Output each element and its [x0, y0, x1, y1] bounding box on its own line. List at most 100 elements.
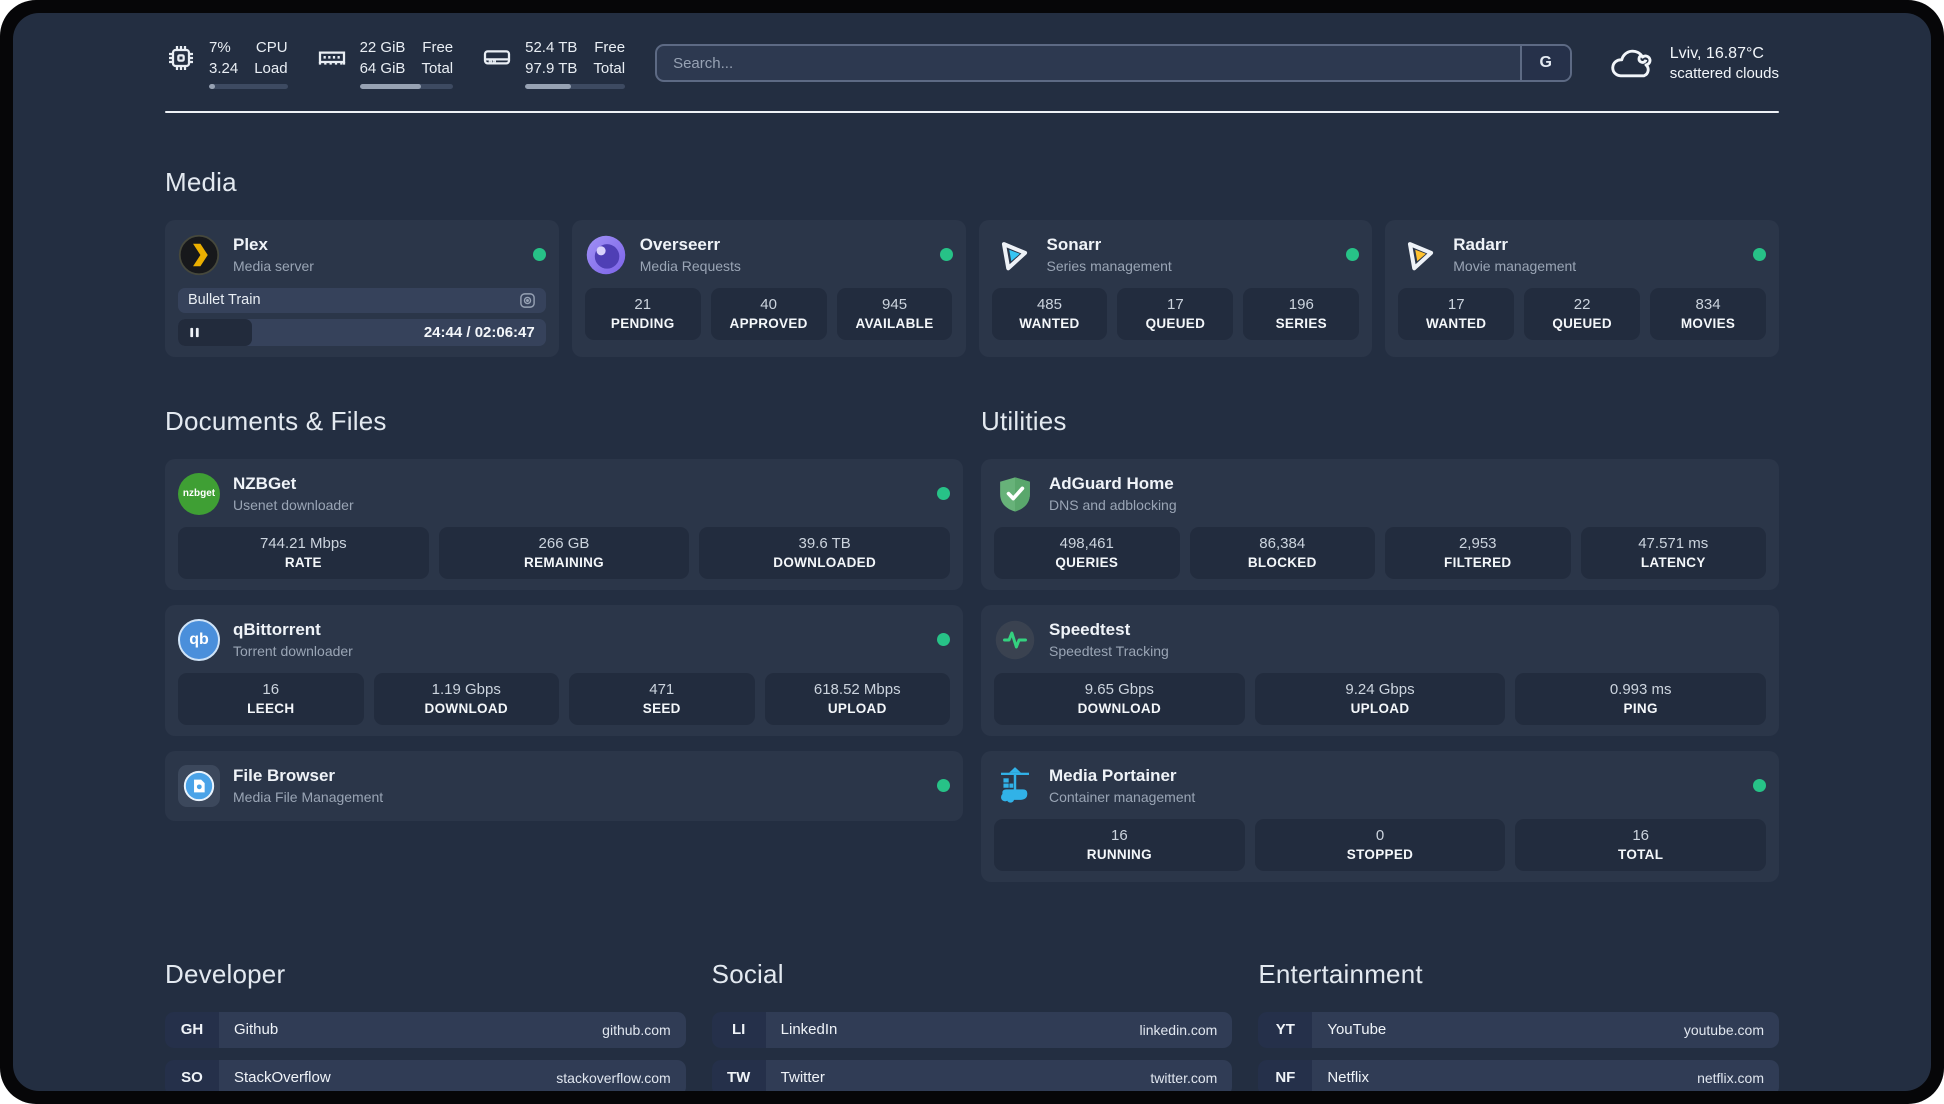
app-desc: Media File Management [233, 789, 384, 806]
app-desc: Torrent downloader [233, 643, 353, 660]
stat-queries: 498,461 QUERIES [994, 526, 1180, 579]
cpu-progress-bar [209, 84, 288, 89]
disk-free: 52.4 TB [525, 39, 578, 56]
app-desc: Speedtest Tracking [1049, 643, 1169, 660]
stat-wanted: 485 WANTED [991, 287, 1108, 340]
stat-movies: 834 MOVIES [1650, 287, 1766, 340]
cpu-load-value: 3.24 [209, 60, 239, 77]
disk-total: 97.9 TB [525, 60, 578, 77]
search-input[interactable] [657, 46, 1520, 80]
status-online-dot [1753, 779, 1766, 793]
sonarr-icon [992, 234, 1034, 276]
stat-rate: 744.21 Mbps RATE [178, 526, 429, 579]
now-playing-title: Bullet Train [188, 292, 261, 309]
stat-ping: 0.993 ms PING [1515, 672, 1766, 725]
adguard-icon [994, 473, 1036, 515]
section-title-documents: Documents & Files [165, 406, 387, 437]
link-url: stackoverflow.com [556, 1069, 671, 1086]
status-online-dot [937, 487, 950, 501]
link-abbr: GH [165, 1011, 219, 1048]
app-name: NZBGet [233, 474, 297, 494]
cpu-label: CPU [255, 39, 288, 56]
link-twitter[interactable]: TW Twitter twitter.com [711, 1059, 1233, 1091]
weather-condition: scattered clouds [1669, 64, 1779, 82]
link-linkedin[interactable]: LI LinkedIn linkedin.com [711, 1011, 1233, 1048]
stat-queued: 17 QUEUED [1117, 287, 1234, 340]
weather-location-temp: Lviv, 16.87°C [1669, 44, 1764, 62]
radarr-icon [1398, 234, 1440, 276]
status-online-dot [1346, 248, 1360, 262]
link-stackoverflow[interactable]: SO StackOverflow stackoverflow.com [165, 1059, 686, 1091]
stat-blocked: 86,384 BLOCKED [1189, 526, 1375, 579]
app-card-speedtest[interactable]: Speedtest Speedtest Tracking 9.65 Gbps DO… [981, 604, 1779, 736]
stat-pending: 21 PENDING [584, 287, 701, 340]
stat-downloaded: 39.6 TB DOWNLOADED [699, 526, 950, 579]
ram-free-label: Free [422, 39, 454, 56]
link-name: StackOverflow [234, 1069, 331, 1087]
app-card-nzbget[interactable]: nzbget NZBGet Usenet downloader 744.21 M… [165, 458, 963, 590]
app-desc: Series management [1046, 258, 1172, 275]
link-github[interactable]: GH Github github.com [165, 1011, 686, 1048]
link-name: Netflix [1327, 1069, 1370, 1087]
app-card-adguard[interactable]: AdGuard Home DNS and adblocking 498,461 Q… [981, 458, 1779, 590]
portainer-icon [994, 765, 1036, 807]
window-frame: 7% 3.24 CPU Load 22 GiB 64 GiB Free Tota… [0, 0, 1944, 1104]
app-card-portainer[interactable]: Media Portainer Container management 16 R… [981, 750, 1779, 882]
playback-time: 24:44 / 02:06:47 [423, 323, 535, 341]
status-online-dot [532, 248, 546, 262]
stat-latency: 47.571 ms LATENCY [1580, 526, 1766, 579]
ram-total: 64 GiB [359, 60, 406, 77]
app-name: AdGuard Home [1049, 474, 1174, 494]
link-url: youtube.com [1683, 1021, 1764, 1038]
stat-series: 196 SERIES [1243, 287, 1360, 340]
ram-total-label: Total [421, 60, 454, 77]
weather-widget: Lviv, 16.87°C scattered clouds [1608, 45, 1779, 82]
app-name: Sonarr [1046, 235, 1102, 255]
app-desc: Media Requests [639, 258, 741, 275]
app-desc: Usenet downloader [233, 497, 354, 514]
media-grid: Plex Media server Bullet Train 24:44 / 0… [165, 219, 1779, 357]
link-url: netflix.com [1697, 1069, 1764, 1086]
memory-stat: 22 GiB 64 GiB Free Total [316, 37, 454, 89]
link-name: LinkedIn [780, 1021, 838, 1039]
nzbget-icon: nzbget [178, 472, 220, 515]
speedtest-icon [994, 619, 1036, 661]
app-card-radarr[interactable]: Radarr Movie management 17 WANTED 22 QUEUE… [1385, 219, 1779, 357]
link-url: github.com [602, 1021, 671, 1038]
link-abbr: LI [711, 1011, 766, 1048]
app-name: Speedtest [1049, 620, 1131, 640]
system-stats: 7% 3.24 CPU Load 22 GiB 64 GiB Free Tota… [165, 37, 626, 89]
link-name: Twitter [780, 1069, 825, 1087]
now-playing-bar: Bullet Train [178, 287, 546, 313]
app-card-qbittorrent[interactable]: qb qBittorrent Torrent downloader 16 LEEC… [165, 604, 963, 736]
link-url: linkedin.com [1139, 1021, 1218, 1038]
stat-upload: 618.52 Mbps UPLOAD [764, 672, 950, 725]
stat-download: 9.65 Gbps DOWNLOAD [994, 672, 1245, 725]
search-bar: G [655, 44, 1572, 82]
disk-free-label: Free [594, 39, 626, 56]
app-card-plex[interactable]: Plex Media server Bullet Train 24:44 / 0… [165, 219, 559, 357]
app-card-overseerr[interactable]: Overseerr Media Requests 21 PENDING 40 APP… [571, 219, 966, 357]
status-online-dot [939, 248, 953, 262]
documents-column: Documents & Files nzbget NZBGet Usenet d… [165, 385, 963, 882]
cpu-usage: 7% [209, 39, 231, 56]
stat-wanted: 17 WANTED [1398, 287, 1515, 340]
link-url: twitter.com [1150, 1069, 1218, 1086]
app-desc: Media server [233, 258, 314, 275]
filebrowser-icon [178, 764, 220, 807]
playback-progress-bar[interactable]: 24:44 / 02:06:47 [178, 318, 546, 346]
link-youtube[interactable]: YT YouTube youtube.com [1258, 1011, 1779, 1048]
app-card-filebrowser[interactable]: File Browser Media File Management [165, 750, 963, 821]
social-section: Social LI LinkedIn linkedin.com TW Twitte… [711, 938, 1233, 1091]
status-online-dot [937, 633, 950, 647]
stat-approved: 40 APPROVED [710, 287, 827, 340]
link-netflix[interactable]: NF Netflix netflix.com [1258, 1059, 1779, 1091]
app-name: Plex [233, 235, 268, 255]
utilities-column: Utilities AdGuard Home DNS and adblockin… [981, 385, 1779, 882]
search-engine-button[interactable]: G [1519, 46, 1570, 80]
developer-section: Developer GH Github github.com SO StackOv… [165, 938, 686, 1091]
link-abbr: SO [165, 1059, 219, 1091]
stat-filtered: 2,953 FILTERED [1385, 526, 1571, 579]
app-card-sonarr[interactable]: Sonarr Series management 485 WANTED 17 QUE… [978, 219, 1373, 357]
status-online-dot [937, 779, 950, 793]
